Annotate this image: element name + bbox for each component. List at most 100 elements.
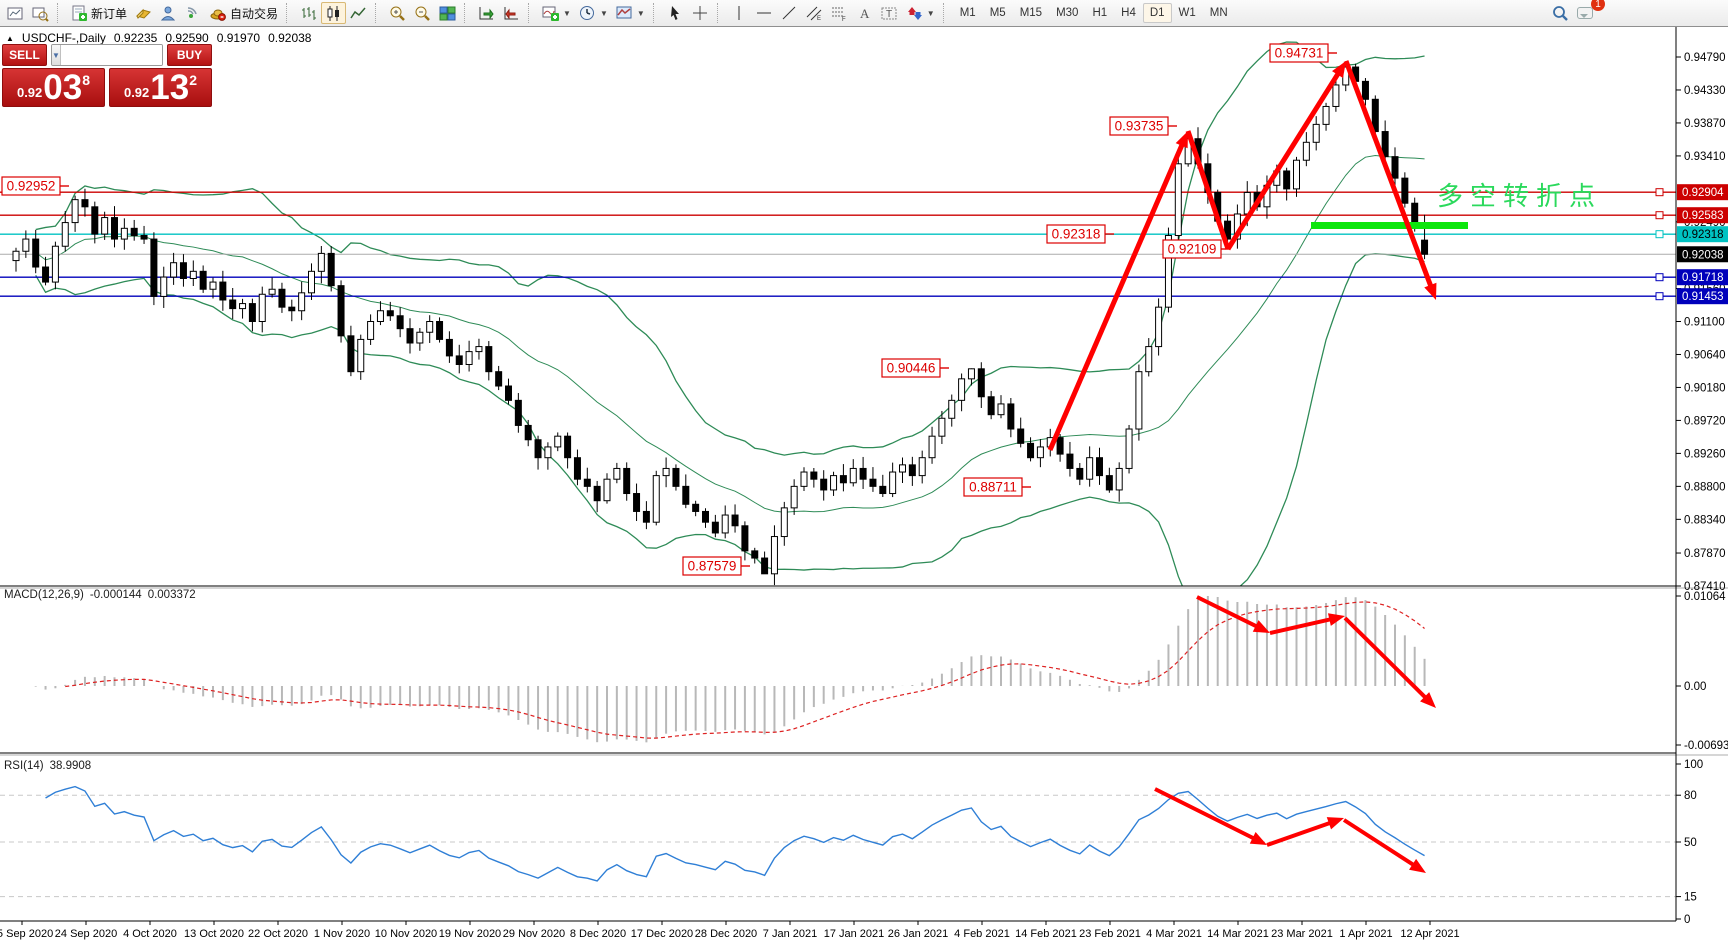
candles bbox=[13, 61, 1428, 585]
bar-chart-mode-button[interactable] bbox=[296, 2, 321, 24]
svg-text:F: F bbox=[842, 17, 846, 22]
price-callout: 0.92952 bbox=[2, 177, 69, 195]
svg-text:0.92318: 0.92318 bbox=[1052, 227, 1101, 242]
zoom-in-button[interactable] bbox=[385, 2, 410, 24]
timeframe-button-w1[interactable]: W1 bbox=[1172, 3, 1203, 23]
autotrading-label: 自动交易 bbox=[230, 5, 278, 22]
vertical-line-tool-button[interactable] bbox=[727, 2, 752, 24]
sell-price-panel[interactable]: 0.92 03 8 bbox=[2, 68, 105, 107]
text-label-tool-button[interactable]: T bbox=[877, 2, 902, 24]
text-tool-button[interactable]: A bbox=[852, 2, 877, 24]
svg-text:80: 80 bbox=[1684, 790, 1697, 802]
svg-text:0.90446: 0.90446 bbox=[887, 361, 936, 376]
timeframe-button-m30[interactable]: M30 bbox=[1049, 3, 1085, 23]
chart-shift-button[interactable] bbox=[499, 2, 524, 24]
fibonacci-tool-button[interactable]: F bbox=[827, 2, 852, 24]
svg-text:15 Sep 2020: 15 Sep 2020 bbox=[0, 928, 53, 940]
timeframe-button-h4[interactable]: H4 bbox=[1114, 3, 1143, 23]
periods-button[interactable]: ▼ bbox=[575, 2, 612, 24]
price-callout: 0.90446 bbox=[882, 359, 949, 377]
svg-text:0.90180: 0.90180 bbox=[1684, 382, 1726, 394]
sell-price-big: 03 bbox=[43, 74, 82, 103]
svg-text:50: 50 bbox=[1684, 837, 1697, 849]
svg-text:4 Feb 2021: 4 Feb 2021 bbox=[954, 928, 1010, 940]
channel-tool-button[interactable]: E bbox=[802, 2, 827, 24]
dropdown-caret: ▼ bbox=[600, 9, 608, 18]
svg-text:12 Apr 2021: 12 Apr 2021 bbox=[1400, 928, 1459, 940]
svg-text:7 Jan 2021: 7 Jan 2021 bbox=[763, 928, 817, 940]
trendline-tool-button[interactable] bbox=[777, 2, 802, 24]
volume-input[interactable] bbox=[61, 45, 163, 65]
dropdown-caret: ▼ bbox=[563, 9, 571, 18]
svg-text:0.93870: 0.93870 bbox=[1684, 118, 1726, 130]
timeframe-button-d1[interactable]: D1 bbox=[1143, 3, 1172, 23]
price-callout: 0.92109 bbox=[1163, 240, 1230, 258]
line-chart-mode-button[interactable] bbox=[346, 2, 371, 24]
svg-text:0.88711: 0.88711 bbox=[969, 480, 1017, 495]
toolbar-separator bbox=[375, 3, 382, 23]
arrows-tool-button[interactable]: ▼ bbox=[902, 2, 939, 24]
timeframe-button-mn[interactable]: MN bbox=[1203, 3, 1235, 23]
profiles-icon bbox=[32, 5, 49, 22]
auto-scroll-button[interactable] bbox=[474, 2, 499, 24]
timeframe-button-m5[interactable]: M5 bbox=[983, 3, 1013, 23]
highlight-layer bbox=[1311, 222, 1468, 229]
fibonacci-icon: F bbox=[831, 5, 848, 22]
sell-button[interactable]: SELL bbox=[2, 44, 47, 66]
svg-text:26 Jan 2021: 26 Jan 2021 bbox=[888, 928, 949, 940]
buy-price-panel[interactable]: 0.92 13 2 bbox=[109, 68, 212, 107]
chart-restore-icon: ▲ bbox=[6, 34, 14, 43]
svg-text:0.91453: 0.91453 bbox=[1682, 291, 1724, 303]
signals-button[interactable] bbox=[181, 2, 206, 24]
svg-text:0.92583: 0.92583 bbox=[1682, 210, 1724, 222]
new-order-button[interactable]: 新订单 bbox=[67, 2, 131, 24]
timeframe-button-m1[interactable]: M1 bbox=[953, 3, 983, 23]
date-axis: 15 Sep 202024 Sep 20204 Oct 202013 Oct 2… bbox=[0, 921, 1460, 940]
toolbar-separator bbox=[528, 3, 535, 23]
zoom-out-button[interactable] bbox=[410, 2, 435, 24]
macd-value: -0.000144 bbox=[90, 589, 142, 601]
volume-decrease-button[interactable]: ▼ bbox=[52, 45, 61, 65]
svg-text:19 Nov 2020: 19 Nov 2020 bbox=[439, 928, 501, 940]
price-axis: 0.947900.943300.938700.934100.924900.915… bbox=[1676, 52, 1728, 593]
svg-text:0.00: 0.00 bbox=[1684, 681, 1706, 693]
tile-windows-button[interactable] bbox=[435, 2, 460, 24]
horizontal-line-tool-button[interactable] bbox=[752, 2, 777, 24]
cursor-button[interactable] bbox=[663, 2, 688, 24]
svg-text:0.01064: 0.01064 bbox=[1684, 591, 1726, 603]
toolbar-separator bbox=[943, 3, 950, 23]
crosshair-button[interactable] bbox=[688, 2, 713, 24]
notifications-button[interactable]: 1 bbox=[1573, 2, 1597, 24]
templates-icon bbox=[616, 5, 633, 22]
autotrading-button[interactable]: 自动交易 bbox=[206, 2, 282, 24]
buy-button[interactable]: BUY bbox=[167, 44, 212, 66]
rsi-axis: 1008050150 bbox=[1676, 759, 1703, 926]
open-value: 0.92235 bbox=[114, 31, 157, 45]
svg-text:100: 100 bbox=[1684, 759, 1703, 771]
buy-price-sup: 2 bbox=[189, 72, 197, 88]
buy-price-big: 13 bbox=[150, 74, 189, 103]
one-click-trading-panel: SELL ▼ ▲ BUY 0.92 03 8 0.92 13 2 bbox=[2, 44, 212, 107]
indicators-button[interactable]: ▼ bbox=[538, 2, 575, 24]
svg-text:0.94790: 0.94790 bbox=[1684, 52, 1726, 64]
new-chart-button[interactable] bbox=[3, 2, 28, 24]
low-value: 0.91970 bbox=[217, 31, 260, 45]
search-button[interactable] bbox=[1548, 2, 1573, 24]
price-callout: 0.88711 bbox=[964, 478, 1031, 496]
market-button[interactable] bbox=[156, 2, 181, 24]
metaeditor-icon bbox=[135, 5, 152, 22]
svg-text:23 Feb 2021: 23 Feb 2021 bbox=[1079, 928, 1141, 940]
candlestick-mode-button[interactable] bbox=[321, 2, 346, 24]
svg-text:0.94731: 0.94731 bbox=[1275, 46, 1324, 61]
price-callout: 0.92318 bbox=[1047, 225, 1114, 243]
chart-profiles-button[interactable] bbox=[28, 2, 53, 24]
templates-button[interactable]: ▼ bbox=[612, 2, 649, 24]
new-order-label: 新订单 bbox=[91, 5, 127, 22]
timeframe-button-m15[interactable]: M15 bbox=[1013, 3, 1049, 23]
chart-canvas[interactable]: 0.929520.937350.947310.923180.921090.904… bbox=[0, 0, 1728, 944]
svg-text:14 Feb 2021: 14 Feb 2021 bbox=[1015, 928, 1077, 940]
metaeditor-button[interactable] bbox=[131, 2, 156, 24]
tile-windows-icon bbox=[439, 5, 456, 22]
timeframe-button-h1[interactable]: H1 bbox=[1085, 3, 1114, 23]
svg-text:A: A bbox=[860, 6, 870, 21]
